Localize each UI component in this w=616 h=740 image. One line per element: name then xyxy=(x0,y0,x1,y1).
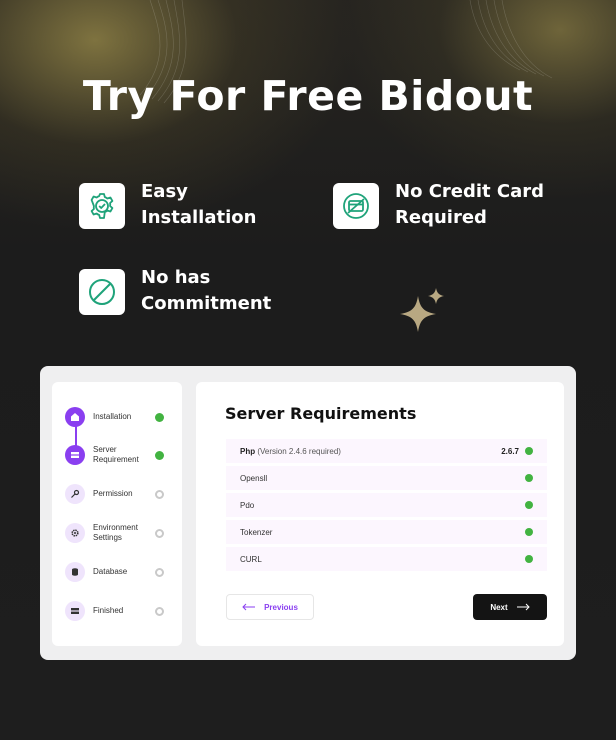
step-label: Permission xyxy=(93,489,133,498)
page-title: Try For Free Bidout xyxy=(82,72,534,120)
feature-no-credit-card: No Credit Card Required xyxy=(333,181,544,231)
previous-label: Previous xyxy=(264,602,298,612)
wizard-content: Server Requirements Php (Version 2.4.6 r… xyxy=(196,382,564,646)
step-dot xyxy=(65,484,85,504)
sparkle-icon xyxy=(400,288,444,332)
wizard-step-server-requirement[interactable]: Server Requirement xyxy=(65,445,177,465)
no-commitment-icon xyxy=(89,279,115,305)
requirement-name: Opensll xyxy=(240,473,268,483)
previous-button[interactable]: Previous xyxy=(226,594,314,620)
feature-icon-box xyxy=(79,269,125,315)
flag-icon xyxy=(71,608,79,614)
server-icon xyxy=(71,452,79,458)
step-label: Server Requirement xyxy=(93,445,139,464)
check-icon xyxy=(155,450,164,460)
check-icon xyxy=(525,501,533,509)
key-icon xyxy=(71,489,80,498)
step-label: Environment Settings xyxy=(93,523,138,542)
check-icon xyxy=(155,412,164,422)
wizard-step-environment-settings[interactable]: Environment Settings xyxy=(65,523,177,543)
arrow-left-icon xyxy=(242,603,256,611)
feature-icon-box xyxy=(333,183,379,229)
next-label: Next xyxy=(490,602,508,612)
step-label: Installation xyxy=(93,412,132,421)
next-button[interactable]: Next xyxy=(473,594,547,620)
step-dot xyxy=(65,407,85,427)
step-dot xyxy=(65,601,85,621)
pending-icon xyxy=(155,489,164,499)
step-dot xyxy=(65,445,85,465)
requirement-version: 2.6.7 xyxy=(501,446,519,456)
credit-card-icon xyxy=(343,193,369,219)
feature-label: Easy Installation xyxy=(141,181,257,228)
gear-icon xyxy=(71,529,79,537)
pending-icon xyxy=(155,606,164,616)
wizard-step-database[interactable]: Database xyxy=(65,562,177,582)
wizard-step-permission[interactable]: Permission xyxy=(65,484,177,504)
check-icon xyxy=(525,447,533,455)
feature-icon-box xyxy=(79,183,125,229)
requirement-row: Pdo xyxy=(226,493,547,517)
requirement-row: Php (Version 2.4.6 required) 2.6.7 xyxy=(226,439,547,463)
pending-icon xyxy=(155,567,164,577)
requirement-row: Opensll xyxy=(226,466,547,490)
step-label: Finished xyxy=(93,606,124,615)
feature-label: No Credit Card Required xyxy=(395,181,545,228)
gear-check-icon xyxy=(90,193,114,219)
step-dot xyxy=(65,562,85,582)
requirement-name: Pdo xyxy=(240,500,255,510)
requirement-row: CURL xyxy=(226,547,547,571)
step-dot xyxy=(65,523,85,543)
check-icon xyxy=(525,474,533,482)
feature-easy-installation: Easy Installation xyxy=(79,181,256,231)
feature-label: No has Commitment xyxy=(141,267,272,314)
wizard-step-installation[interactable]: Installation xyxy=(65,407,177,427)
home-icon xyxy=(71,413,79,421)
pending-icon xyxy=(155,528,164,538)
requirement-name: CURL xyxy=(240,554,262,564)
check-icon xyxy=(525,528,533,536)
arrow-right-icon xyxy=(516,603,530,611)
requirement-name: Tokenzer xyxy=(240,527,273,537)
section-title: Server Requirements xyxy=(225,404,417,423)
wizard-sidebar: Installation Server Requirement Permissi… xyxy=(52,382,182,646)
installer-panel: Installation Server Requirement Permissi… xyxy=(40,366,576,660)
feature-no-commitment: No has Commitment xyxy=(79,267,271,317)
requirement-name: Php (Version 2.4.6 required) xyxy=(240,446,341,456)
requirement-row: Tokenzer xyxy=(226,520,547,544)
database-icon xyxy=(72,568,78,576)
step-label: Database xyxy=(93,567,128,576)
check-icon xyxy=(525,555,533,563)
wizard-step-finished[interactable]: Finished xyxy=(65,601,177,621)
